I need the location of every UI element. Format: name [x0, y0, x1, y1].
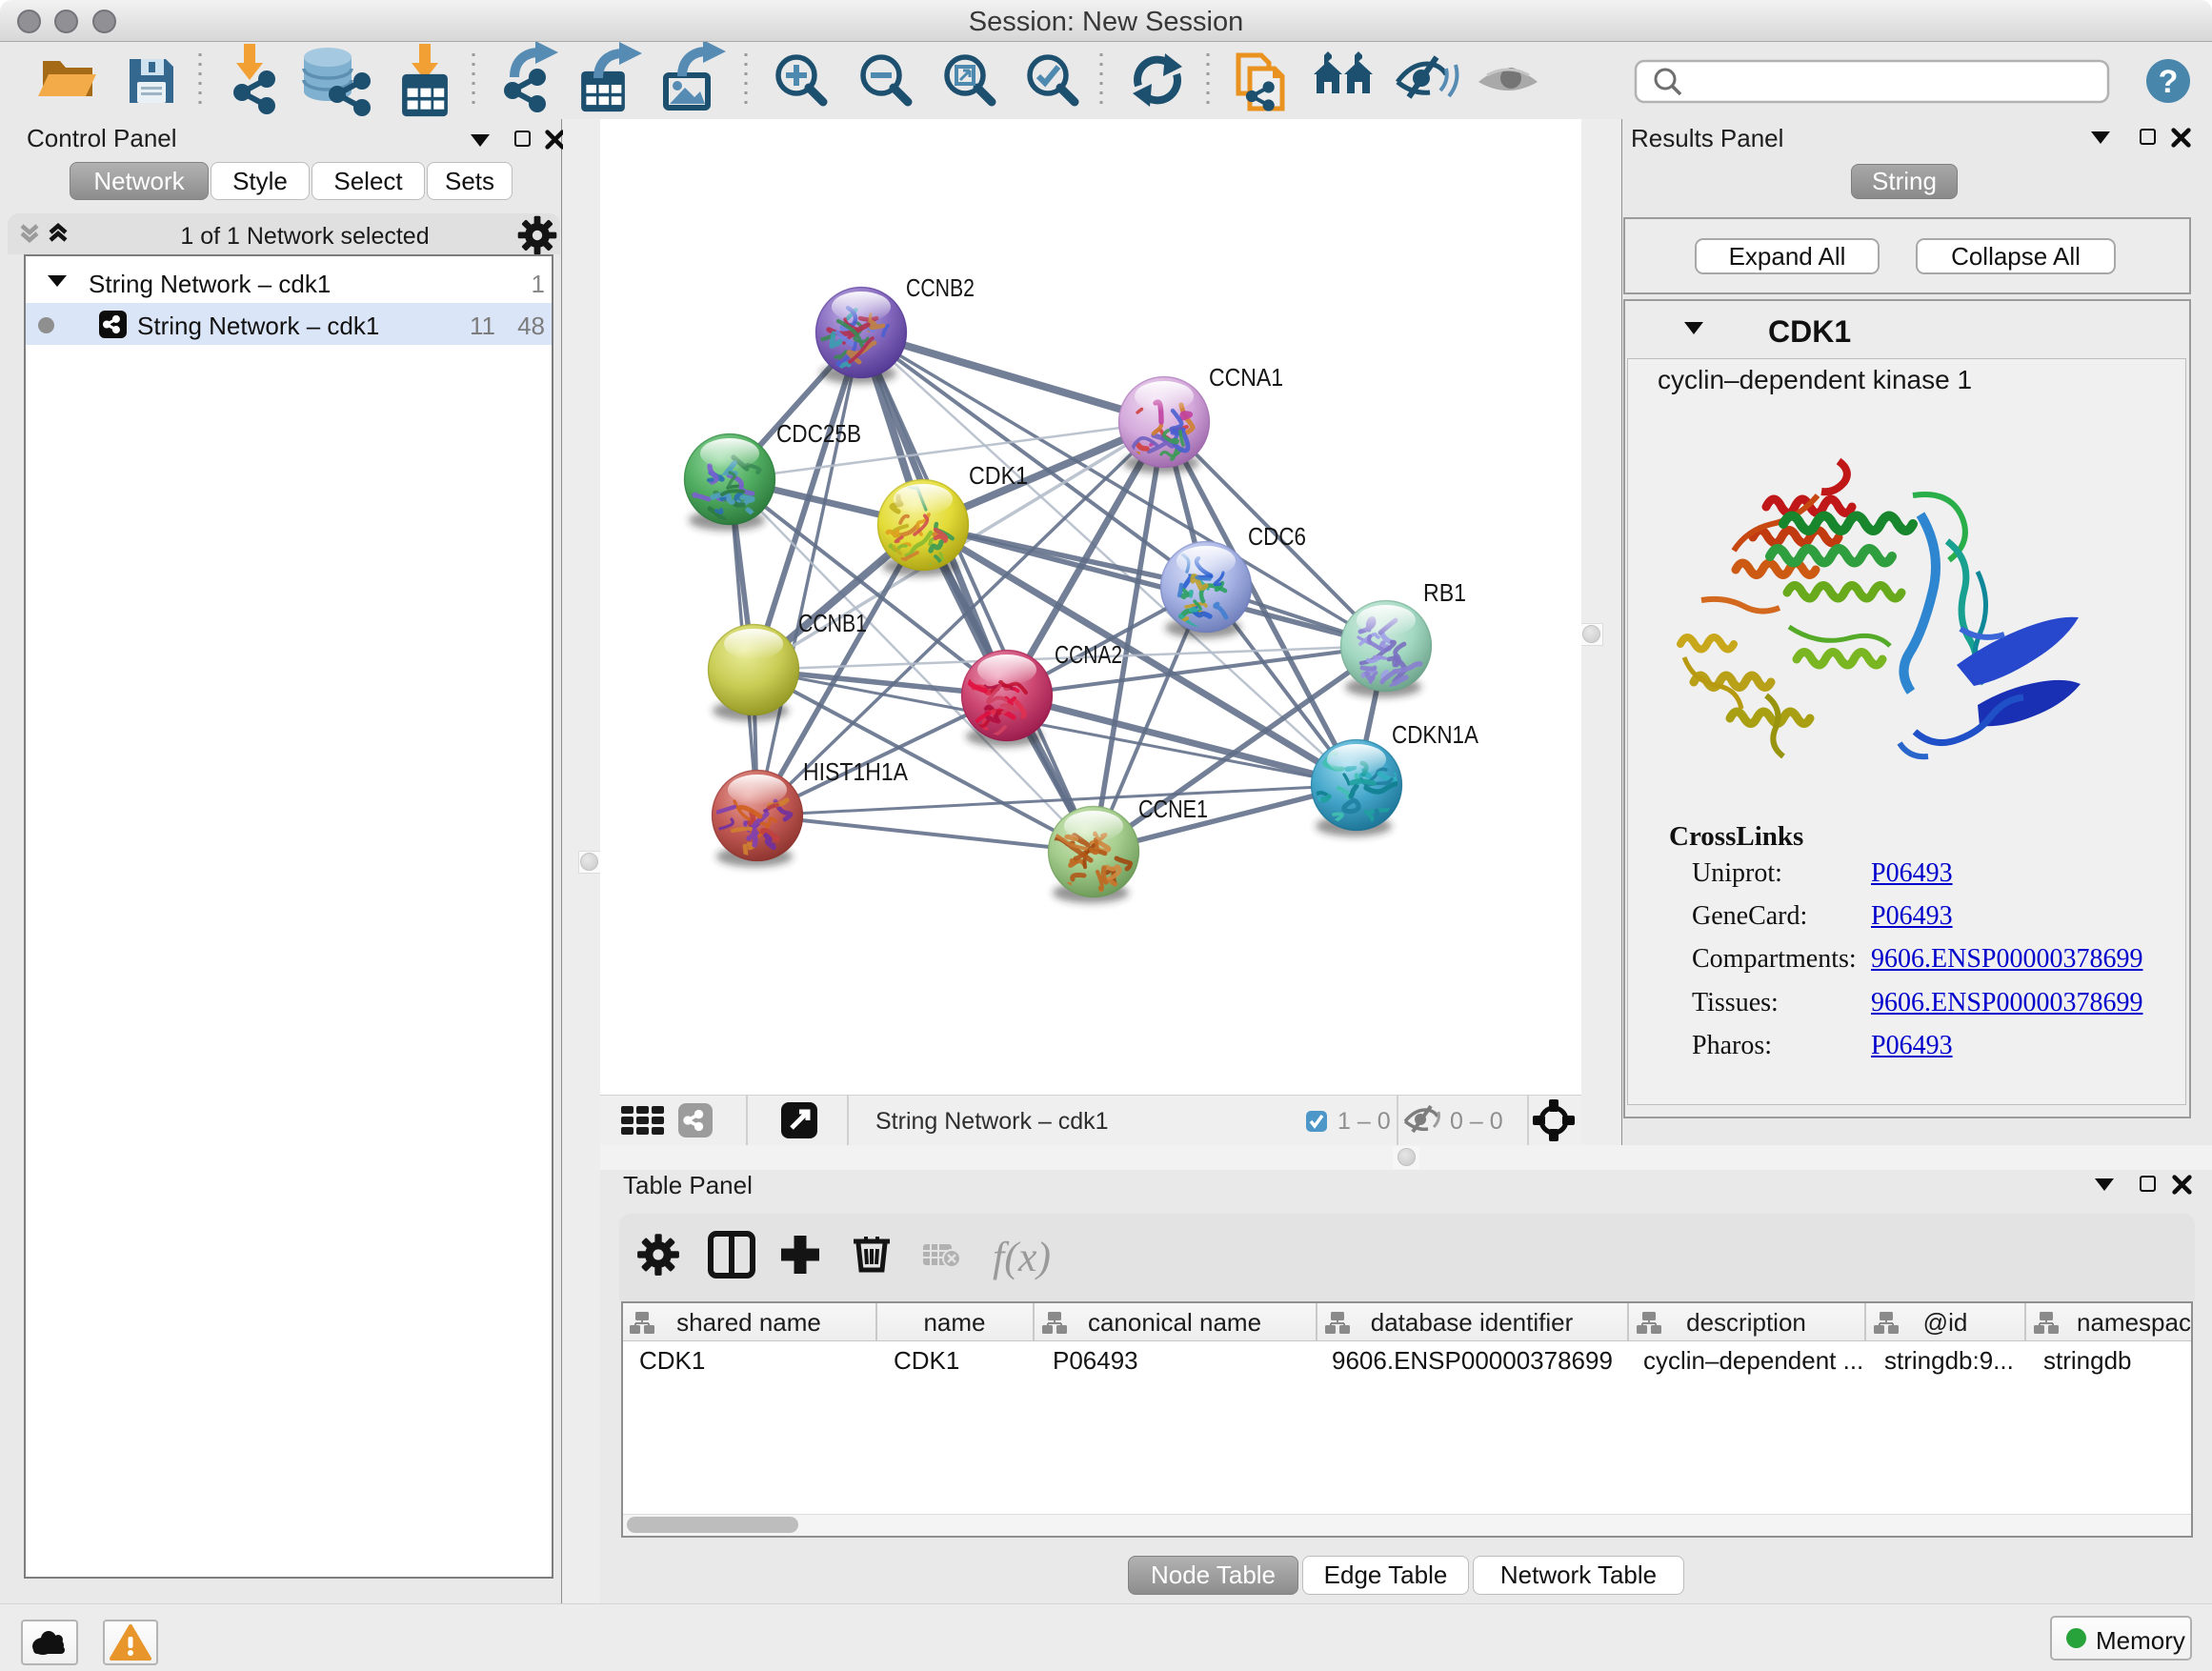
- svg-text:0 – 0: 0 – 0: [1450, 1108, 1503, 1135]
- svg-text:database identifier: database identifier: [1371, 1308, 1574, 1337]
- svg-text:CCNA2: CCNA2: [1055, 640, 1122, 669]
- svg-text:f(x): f(x): [993, 1234, 1051, 1280]
- svg-text:CCNA1: CCNA1: [1209, 363, 1283, 392]
- svg-text:cyclin–dependent ...: cyclin–dependent ...: [1643, 1346, 1863, 1375]
- svg-text:name: name: [923, 1308, 985, 1337]
- svg-text:?: ?: [2159, 64, 2179, 100]
- svg-text:description: description: [1686, 1308, 1806, 1337]
- svg-text:HIST1H1A: HIST1H1A: [803, 757, 909, 786]
- svg-text:stringdb:9...: stringdb:9...: [1884, 1346, 2014, 1375]
- svg-text:CCNB2: CCNB2: [906, 273, 975, 302]
- svg-text:canonical name: canonical name: [1088, 1308, 1261, 1337]
- svg-text:CDK1: CDK1: [969, 461, 1028, 490]
- svg-text:stringdb: stringdb: [2043, 1346, 2132, 1375]
- svg-text:@id: @id: [1923, 1308, 1968, 1337]
- svg-text:CDK1: CDK1: [894, 1346, 959, 1375]
- svg-text:CDK1: CDK1: [639, 1346, 705, 1375]
- svg-text:RB1: RB1: [1423, 578, 1466, 607]
- svg-text:String Network – cdk1: String Network – cdk1: [875, 1108, 1109, 1135]
- svg-text:P06493: P06493: [1053, 1346, 1138, 1375]
- svg-text:CCNB1: CCNB1: [798, 609, 867, 637]
- svg-text:CDKN1A: CDKN1A: [1392, 720, 1479, 749]
- svg-text:CDC6: CDC6: [1248, 522, 1306, 551]
- svg-text:1 – 0: 1 – 0: [1337, 1108, 1391, 1135]
- svg-text:CDC25B: CDC25B: [776, 419, 861, 448]
- svg-text:9606.ENSP00000378699: 9606.ENSP00000378699: [1332, 1346, 1613, 1375]
- svg-text:namespac: namespac: [2077, 1308, 2191, 1337]
- svg-text:CCNE1: CCNE1: [1138, 795, 1208, 823]
- svg-text:shared name: shared name: [676, 1308, 821, 1337]
